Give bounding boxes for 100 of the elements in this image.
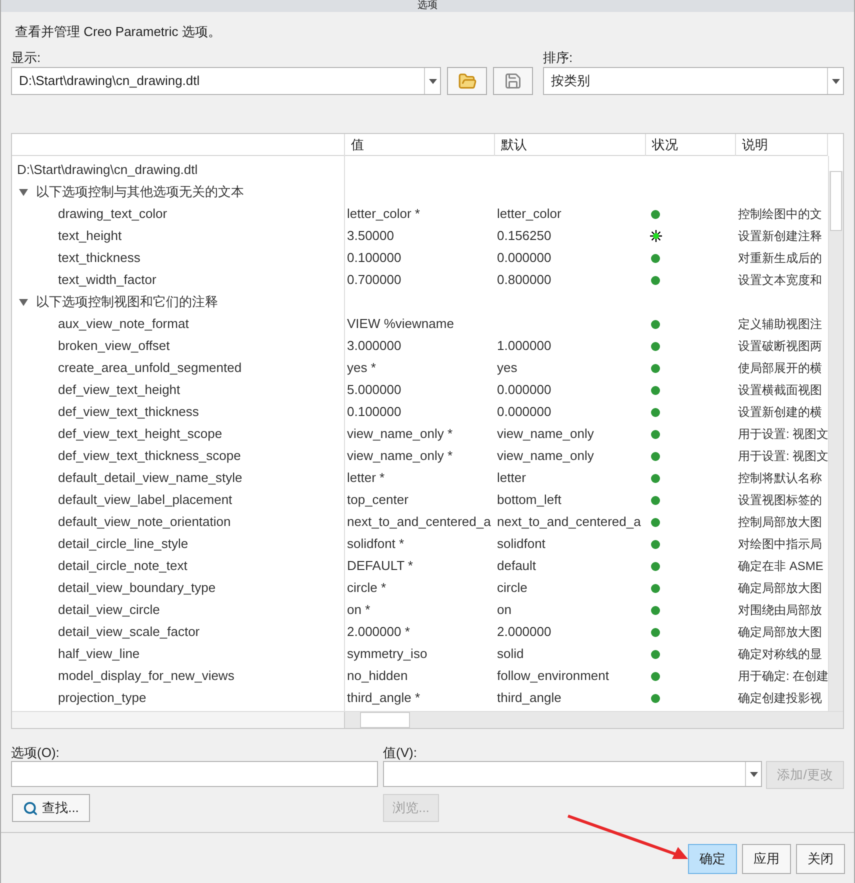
option-description: 用于确定: 在创建: [738, 669, 828, 684]
display-label: 显示:: [11, 50, 42, 66]
default-value: next_to_and_centered_a: [497, 514, 641, 530]
default-value: on: [497, 602, 512, 618]
sort-dropdown[interactable]: 按类别: [543, 67, 844, 95]
expanded-triangle-icon[interactable]: [19, 188, 28, 196]
default-value: default: [497, 558, 536, 574]
column-header[interactable]: 说明: [736, 134, 828, 156]
vertical-scrollbar[interactable]: [828, 156, 843, 711]
option-value: letter_color *: [347, 206, 420, 222]
option-description: 确定局部放大图: [738, 581, 822, 596]
option-name: detail_view_scale_factor: [57, 623, 201, 642]
default-value: 0.156250: [497, 228, 552, 244]
folder-icon: [458, 72, 476, 90]
option-value: view_name_only *: [347, 426, 453, 442]
option-value: third_angle *: [347, 690, 420, 706]
column-header[interactable]: 默认: [495, 134, 646, 156]
option-name: model_display_for_new_views: [57, 667, 236, 686]
default-value: solidfont: [497, 536, 546, 552]
option-value: 0.700000: [347, 272, 402, 288]
column-header[interactable]: 状况: [646, 134, 736, 156]
option-value: DEFAULT *: [347, 558, 413, 574]
option-value: solidfont *: [347, 536, 404, 552]
default-value: view_name_only: [497, 426, 594, 442]
dialog-button[interactable]: 应用: [742, 844, 791, 874]
option-name: default_detail_view_name_style: [57, 469, 244, 488]
sort-label: 排序:: [543, 50, 574, 66]
window-title: 选项: [418, 0, 438, 12]
option-description: 定义辅助视图注: [738, 317, 822, 332]
option-value: circle *: [347, 580, 386, 596]
option-value: letter *: [347, 470, 385, 486]
option-description: 设置新创建注释: [738, 229, 822, 244]
option-value: 0.100000: [347, 250, 402, 266]
option-label: 选项(O):: [11, 744, 60, 761]
option-description: 控制将默认名称: [738, 471, 822, 486]
option-name: text_height: [57, 227, 123, 246]
option-name: aux_view_note_format: [57, 315, 190, 334]
default-value: 0.800000: [497, 272, 552, 288]
option-description: 使局部展开的横: [738, 361, 822, 376]
option-input-field[interactable]: [11, 761, 378, 787]
option-value: view_name_only *: [347, 448, 453, 464]
option-value: 5.000000: [347, 382, 402, 398]
option-value: VIEW %viewname: [347, 316, 454, 332]
option-value: 0.100000: [347, 404, 402, 420]
value-combo-field[interactable]: [383, 761, 762, 787]
option-name: text_thickness: [57, 249, 142, 268]
option-name: detail_circle_note_text: [57, 557, 188, 576]
option-name: def_view_text_thickness: [57, 403, 200, 422]
expanded-triangle-icon[interactable]: [19, 298, 28, 306]
option-name: def_view_text_height: [57, 381, 182, 400]
default-value: follow_environment: [497, 668, 610, 684]
option-description: 设置新创建的横: [738, 405, 822, 420]
option-name: create_area_unfold_segmented: [57, 359, 243, 378]
option-description: 确定对称线的显: [738, 647, 822, 662]
default-value: 0.000000: [497, 404, 552, 420]
column-header[interactable]: 值: [345, 134, 495, 156]
option-description: 用于设置: 视图文: [738, 427, 828, 442]
default-value: bottom_left: [497, 492, 562, 508]
option-description: 设置文本宽度和: [738, 273, 822, 288]
option-value: no_hidden: [347, 668, 408, 684]
search-icon: [23, 800, 38, 816]
default-value: letter: [497, 470, 526, 486]
dropdown-caret-icon: [750, 772, 758, 776]
dropdown-caret-icon: [832, 78, 840, 84]
default-value: letter_color: [497, 206, 562, 222]
dropdown-caret-icon: [428, 78, 436, 84]
option-description: 控制局部放大图: [738, 515, 822, 530]
default-value: 1.000000: [497, 338, 552, 354]
option-name: detail_view_circle: [57, 601, 161, 620]
option-value: next_to_and_centered_a: [347, 514, 491, 530]
default-value: third_angle: [497, 690, 562, 706]
option-name: default_view_note_orientation: [57, 513, 232, 532]
save-file-button[interactable]: [493, 67, 533, 95]
option-value: on *: [347, 602, 370, 618]
option-name: broken_view_offset: [57, 337, 171, 356]
file-path: D:\Start\drawing\cn_drawing.dtl: [16, 161, 199, 180]
default-value: yes: [497, 360, 518, 376]
intro-text: 查看并管理 Creo Parametric 选项。: [15, 23, 222, 41]
option-name: drawing_text_color: [57, 205, 168, 224]
option-value: yes *: [347, 360, 376, 376]
horizontal-scrollbar[interactable]: [12, 712, 345, 728]
option-name: def_view_text_thickness_scope: [57, 447, 242, 466]
default-value: 2.000000: [497, 624, 552, 640]
display-dropdown[interactable]: D:\Start\drawing\cn_drawing.dtl: [11, 67, 441, 95]
default-value: 0.000000: [497, 250, 552, 266]
option-name: projection_type: [57, 689, 148, 708]
dialog-button[interactable]: 确定: [688, 844, 737, 874]
option-name: detail_view_boundary_type: [57, 579, 217, 598]
option-description: 设置视图标签的: [738, 493, 822, 508]
group-title: 以下选项控制视图和它们的注释: [36, 293, 218, 312]
option-description: 对绘图中指示局: [738, 537, 822, 552]
open-file-button[interactable]: [447, 67, 487, 95]
option-description: 设置横截面视图: [738, 383, 822, 398]
find-button[interactable]: 查找...: [12, 794, 90, 822]
dialog-button[interactable]: 关闭: [796, 844, 845, 874]
option-value: 3.000000: [347, 338, 402, 354]
option-value: 3.50000: [347, 228, 394, 244]
option-name: default_view_label_placement: [57, 491, 234, 510]
group-title: 以下选项控制与其他选项无关的文本: [36, 183, 244, 202]
option-description: 确定局部放大图: [738, 625, 822, 640]
